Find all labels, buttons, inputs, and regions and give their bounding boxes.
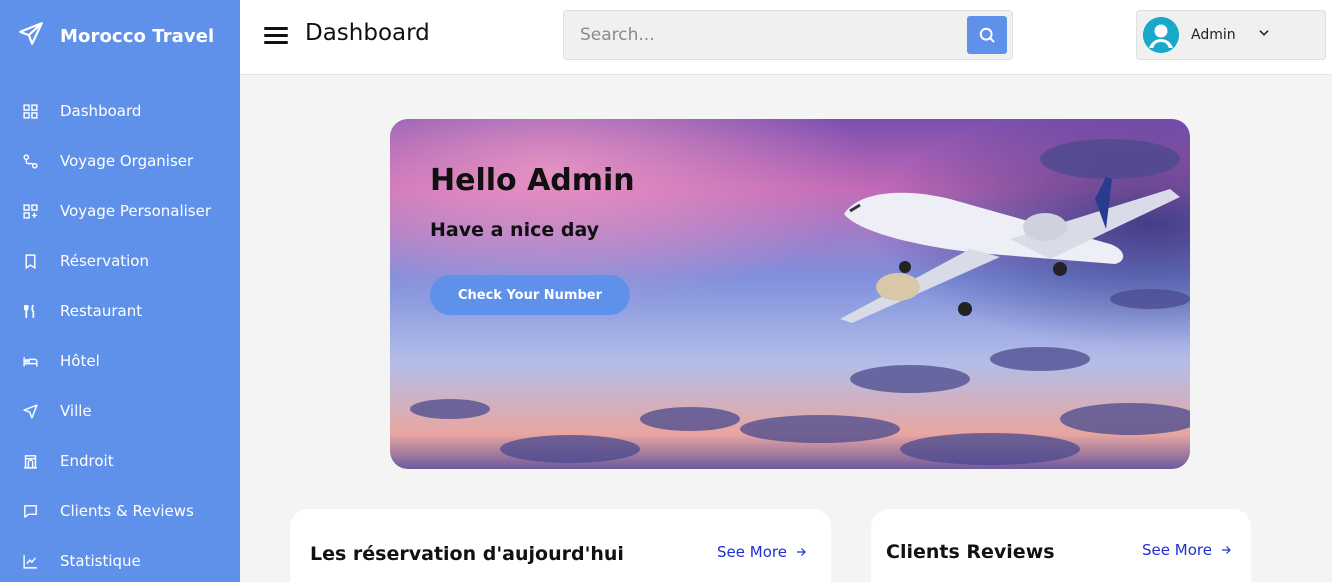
sidebar-item-label: Voyage Organiser [60,152,194,170]
sidebar-item-endroit[interactable]: Endroit [0,436,240,486]
utensils-icon [20,301,40,321]
chart-icon [20,551,40,571]
hero-subtitle: Have a nice day [430,219,600,241]
sidebar-item-ville[interactable]: Ville [0,386,240,436]
brand-title: Morocco Travel [60,25,215,47]
sidebar-item-dashboard[interactable]: Dashboard [0,86,240,136]
sidebar-item-statistique[interactable]: Statistique [0,536,240,582]
sidebar-item-label: Ville [60,402,92,420]
see-more-label: See More [1142,541,1212,559]
sidebar-item-label: Statistique [60,552,141,570]
sidebar-nav: Dashboard Voyage Organiser Voyage Person… [0,86,240,582]
sidebar-item-reservation[interactable]: Réservation [0,236,240,286]
see-more-link[interactable]: See More [1142,541,1232,559]
search-box [563,10,1013,60]
sidebar-item-clients-reviews[interactable]: Clients & Reviews [0,486,240,536]
menu-icon[interactable] [264,24,290,46]
grid-icon [20,101,40,121]
sidebar: Morocco Travel Dashboard Voyage Organise… [0,0,240,582]
sidebar-item-label: Voyage Personaliser [60,202,212,220]
sidebar-item-voyage-organiser[interactable]: Voyage Organiser [0,136,240,186]
see-more-label: See More [717,543,787,561]
sidebar-item-restaurant[interactable]: Restaurant [0,286,240,336]
sidebar-item-label: Dashboard [60,102,142,120]
bed-icon [20,351,40,371]
user-name: Admin [1191,27,1236,43]
route-icon [20,151,40,171]
sidebar-item-label: Clients & Reviews [60,502,194,520]
bookmark-icon [20,251,40,271]
brand[interactable]: Morocco Travel [0,0,240,72]
card-title: Les réservation d'aujourd'hui [310,543,624,565]
search-icon [979,27,995,43]
user-menu[interactable]: Admin [1136,10,1326,60]
chevron-down-icon [1259,30,1269,36]
monument-icon [20,451,40,471]
sidebar-item-label: Réservation [60,252,149,270]
sidebar-item-label: Endroit [60,452,114,470]
hero-title: Hello Admin [430,163,635,198]
paper-plane-icon [18,21,44,51]
check-your-number-button[interactable]: Check Your Number [430,275,630,315]
sidebar-item-voyage-personaliser[interactable]: Voyage Personaliser [0,186,240,236]
avatar [1143,17,1179,53]
grid-plus-icon [20,201,40,221]
clients-reviews-card: Clients Reviews See More [871,509,1251,582]
arrow-right-icon [796,548,806,556]
welcome-banner: Hello Admin Have a nice day Check Your N… [390,119,1190,469]
sidebar-item-hotel[interactable]: Hôtel [0,336,240,386]
card-title: Clients Reviews [886,541,1055,563]
search-button[interactable] [967,16,1007,54]
see-more-link[interactable]: See More [717,543,807,561]
chat-icon [20,501,40,521]
page-title: Dashboard [305,20,430,46]
todays-reservations-card: Les réservation d'aujourd'hui See More [290,509,831,582]
navigation-icon [20,401,40,421]
topbar: Dashboard Admin [240,0,1332,75]
search-input[interactable] [564,11,964,59]
sidebar-item-label: Hôtel [60,352,100,370]
arrow-right-icon [1221,546,1231,554]
sidebar-item-label: Restaurant [60,302,143,320]
